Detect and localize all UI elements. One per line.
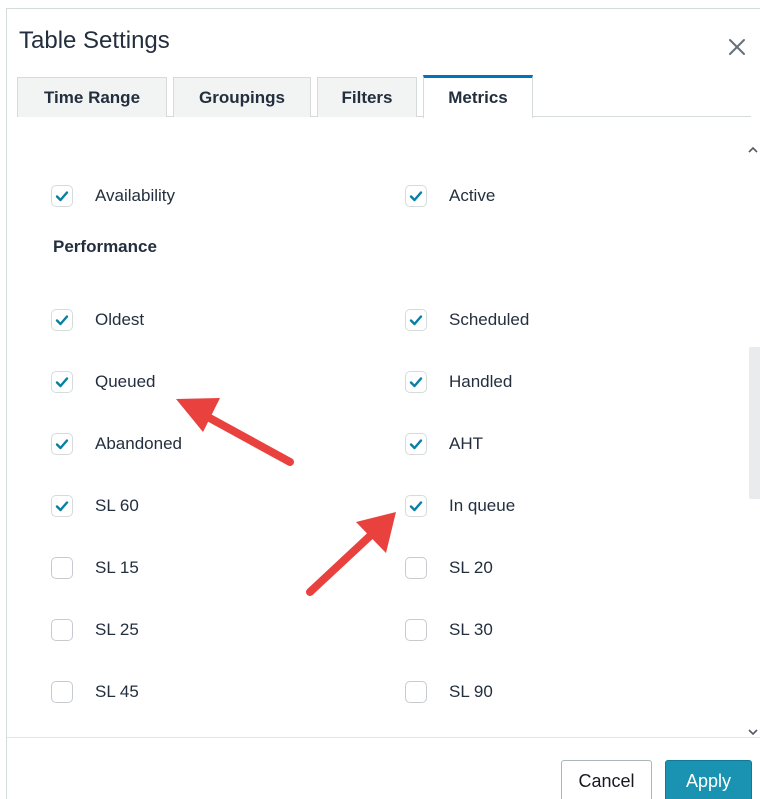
scrollbar-thumb[interactable] — [749, 347, 760, 499]
dialog-title: Table Settings — [19, 27, 170, 54]
tab-groupings[interactable]: Groupings — [173, 77, 311, 117]
table-settings-dialog: Table Settings Time Range Groupings Filt… — [6, 8, 760, 799]
metric-label: Scheduled — [449, 310, 530, 329]
metric-oldest[interactable]: Oldest — [51, 309, 144, 331]
metric-sl-60[interactable]: SL 60 — [51, 495, 139, 517]
metric-label: In queue — [449, 496, 516, 515]
checkbox-unchecked[interactable] — [405, 557, 427, 579]
checkbox-checked[interactable] — [405, 309, 427, 331]
tab-label: Metrics — [448, 88, 508, 107]
checkbox-unchecked[interactable] — [405, 619, 427, 641]
metric-sl-30[interactable]: SL 30 — [405, 619, 493, 641]
metric-aht[interactable]: AHT — [405, 433, 483, 455]
scroll-down-icon[interactable] — [747, 725, 759, 737]
metric-in-queue[interactable]: In queue — [405, 495, 515, 517]
tab-label: Time Range — [43, 87, 141, 107]
checkbox-checked[interactable] — [51, 185, 73, 207]
metric-label: AHT — [449, 434, 483, 453]
checkbox-checked[interactable] — [51, 495, 73, 517]
metric-label: SL 30 — [449, 620, 493, 639]
metric-availability[interactable]: Availability — [51, 185, 175, 207]
metric-handled[interactable]: Handled — [405, 371, 512, 393]
metric-label: Active — [449, 186, 496, 205]
checkbox-checked[interactable] — [51, 371, 73, 393]
metric-label: SL 15 — [95, 558, 139, 577]
tab-time-range[interactable]: Time Range — [17, 77, 167, 117]
metric-scheduled[interactable]: Scheduled — [405, 309, 529, 331]
metric-sl-90[interactable]: SL 90 — [405, 681, 493, 703]
scroll-up-icon[interactable] — [747, 143, 759, 155]
metric-label: SL 60 — [95, 496, 139, 515]
metric-label: Oldest — [95, 310, 145, 329]
tab-label: Filters — [341, 87, 393, 107]
checkbox-checked[interactable] — [405, 495, 427, 517]
metric-sl-25[interactable]: SL 25 — [51, 619, 139, 641]
metric-label: SL 45 — [95, 682, 139, 701]
metric-label: Queued — [95, 372, 156, 391]
metric-queued[interactable]: Queued — [51, 371, 156, 393]
checkbox-checked[interactable] — [51, 433, 73, 455]
metric-label: Abandoned — [95, 434, 182, 453]
metric-label: Availability — [95, 186, 176, 205]
checkbox-checked[interactable] — [405, 371, 427, 393]
section-heading-performance: Performance — [53, 237, 157, 256]
checkbox-unchecked[interactable] — [51, 681, 73, 703]
tab-filters[interactable]: Filters — [317, 77, 417, 117]
metric-abandoned[interactable]: Abandoned — [51, 433, 182, 455]
cancel-button[interactable]: Cancel — [561, 760, 652, 799]
metric-sl-20[interactable]: SL 20 — [405, 557, 493, 579]
metric-label: SL 25 — [95, 620, 139, 639]
dialog-footer: Cancel Apply — [7, 737, 760, 799]
metric-label: SL 90 — [449, 682, 493, 701]
close-icon[interactable] — [725, 35, 749, 59]
checkbox-unchecked[interactable] — [405, 681, 427, 703]
metric-sl-45[interactable]: SL 45 — [51, 681, 139, 703]
metric-label: Handled — [449, 372, 513, 391]
checkbox-unchecked[interactable] — [51, 619, 73, 641]
checkbox-unchecked[interactable] — [51, 557, 73, 579]
tab-bar: Time Range Groupings Filters Metrics — [17, 69, 751, 118]
tab-metrics[interactable]: Metrics — [423, 75, 533, 118]
metric-active[interactable]: Active — [405, 185, 495, 207]
apply-button[interactable]: Apply — [665, 760, 752, 799]
metric-label: SL 20 — [449, 558, 493, 577]
checkbox-checked[interactable] — [405, 433, 427, 455]
checkbox-checked[interactable] — [51, 309, 73, 331]
checkbox-checked[interactable] — [405, 185, 427, 207]
tab-label: Groupings — [199, 87, 285, 107]
metric-sl-15[interactable]: SL 15 — [51, 557, 139, 579]
